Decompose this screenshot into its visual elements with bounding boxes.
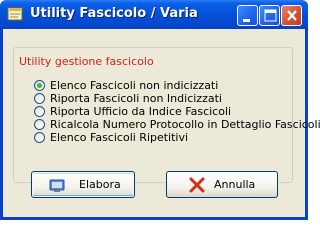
group-title: Utility gestione fascicolo: [19, 55, 154, 68]
elabora-label: Elabora: [79, 178, 121, 191]
maximize-icon: [264, 9, 277, 22]
close-button[interactable]: [281, 5, 302, 26]
radio-button[interactable]: [34, 119, 45, 130]
cancel-icon: [189, 177, 205, 193]
window-title: Utility Fascicolo / Varia: [30, 6, 198, 21]
app-icon: [7, 7, 23, 21]
radio-button[interactable]: [34, 106, 45, 117]
option-label[interactable]: Ricalcola Numero Protocollo in Dettaglio…: [50, 118, 320, 131]
radio-selected-dot: [37, 83, 42, 88]
minimize-icon: [243, 19, 250, 22]
radio-button[interactable]: [34, 132, 45, 143]
title-bar[interactable]: Utility Fascicolo / Varia: [0, 0, 308, 29]
annulla-label: Annulla: [214, 178, 256, 191]
option-label[interactable]: Riporta Ufficio da Indice Fascicoli: [50, 105, 231, 118]
close-icon: [287, 10, 297, 21]
elabora-button[interactable]: Elabora: [31, 171, 135, 198]
dialog-window: Utility Fascicolo / Varia Utility gestio…: [0, 0, 320, 220]
dialog-body: Utility gestione fascicolo Elenco Fascic…: [3, 29, 320, 217]
radio-button[interactable]: [34, 93, 45, 104]
annulla-button[interactable]: Annulla: [166, 171, 278, 198]
option-label[interactable]: Riporta Fascicoli non Indicizzati: [50, 92, 222, 105]
option-label[interactable]: Elenco Fascicoli non indicizzati: [50, 79, 218, 92]
process-icon: [49, 179, 65, 192]
radio-button[interactable]: [34, 80, 45, 91]
minimize-button[interactable]: [237, 5, 258, 26]
option-label[interactable]: Elenco Fascicoli Ripetitivi: [50, 131, 188, 144]
maximize-button[interactable]: [259, 5, 280, 26]
